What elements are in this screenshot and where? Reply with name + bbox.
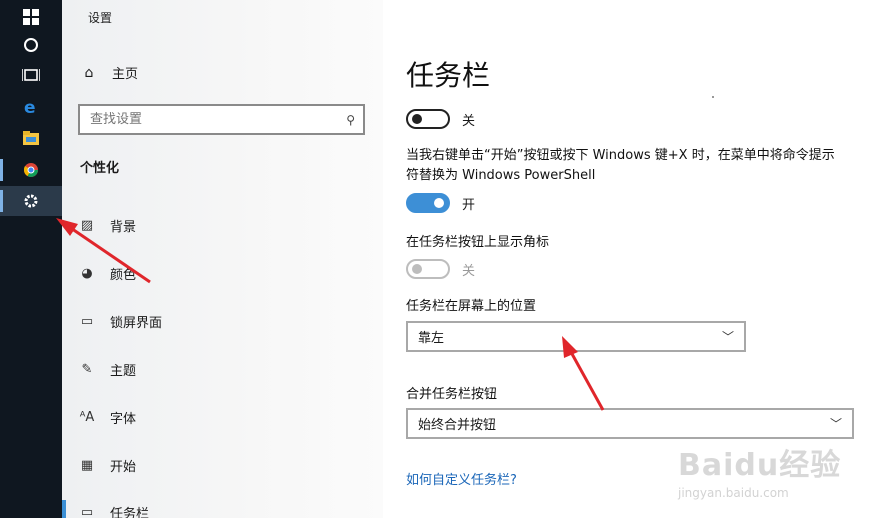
chevron-down-icon: ﹀ bbox=[721, 330, 734, 344]
combine-select[interactable]: 始终合并按钮 ﹀ bbox=[406, 408, 854, 439]
font-icon: ᴬA bbox=[79, 409, 95, 425]
nav-item-label: 颜色 bbox=[110, 267, 137, 283]
toggle-knob bbox=[412, 264, 422, 274]
nav-item-taskbar[interactable]: ▭ 任务栏 bbox=[78, 501, 149, 518]
file-explorer-icon[interactable] bbox=[0, 123, 62, 153]
badges-toggle[interactable] bbox=[406, 259, 450, 279]
badges-toggle-row: 关 bbox=[406, 259, 475, 279]
search-icon[interactable]: ⚲ bbox=[346, 113, 355, 127]
lock-screen-icon: ▭ bbox=[80, 313, 94, 329]
windows-start-icon[interactable] bbox=[0, 2, 62, 32]
screen: e 设置 ⌂ 主页 ⚲ 个性化 ▨ 背景 ◕ 颜色 bbox=[0, 0, 881, 518]
search-box[interactable]: ⚲ bbox=[78, 104, 365, 135]
svg-text:e: e bbox=[24, 98, 36, 116]
toggle-state-label: 关 bbox=[462, 113, 476, 129]
toggle-state-label: 关 bbox=[462, 263, 476, 279]
nav-item-start[interactable]: ▦ 开始 bbox=[78, 454, 136, 476]
settings-gear-icon[interactable] bbox=[0, 186, 62, 216]
nav-item-fonts[interactable]: ᴬA 字体 bbox=[78, 406, 136, 428]
combine-label: 合并任务栏按钮 bbox=[406, 387, 498, 402]
toggle-knob bbox=[434, 198, 444, 208]
watermark-url: jingyan.baidu.com bbox=[678, 486, 789, 500]
nav-item-themes[interactable]: ✎ 主题 bbox=[78, 358, 136, 380]
palette-icon: ◕ bbox=[81, 265, 93, 281]
watermark: Baidu经验 jingyan.baidu.com bbox=[678, 440, 878, 500]
position-select[interactable]: 靠左 ﹀ bbox=[406, 321, 746, 352]
powershell-toggle[interactable] bbox=[406, 193, 450, 213]
nav-item-label: 背景 bbox=[110, 219, 137, 235]
lock-taskbar-toggle[interactable] bbox=[406, 109, 450, 129]
badges-label: 在任务栏按钮上显示角标 bbox=[406, 235, 550, 250]
nav-item-label: 任务栏 bbox=[110, 506, 150, 518]
position-label: 任务栏在屏幕上的位置 bbox=[406, 299, 537, 314]
powershell-toggle-row: 开 bbox=[406, 193, 475, 213]
cortana-icon[interactable] bbox=[0, 30, 62, 60]
home-icon: ⌂ bbox=[84, 64, 94, 81]
start-icon: ▦ bbox=[80, 457, 94, 473]
taskbar-icon: ▭ bbox=[80, 504, 94, 518]
help-link[interactable]: 如何自定义任务栏? bbox=[406, 469, 517, 488]
page-title: 任务栏 bbox=[406, 59, 491, 92]
position-value: 靠左 bbox=[418, 331, 445, 346]
nav-item-label: 主题 bbox=[110, 363, 137, 379]
toggle-state-label: 开 bbox=[462, 197, 476, 213]
edge-icon[interactable]: e bbox=[0, 92, 62, 122]
theme-icon: ✎ bbox=[81, 361, 93, 377]
task-view-icon[interactable] bbox=[0, 60, 62, 90]
taskbar-active-indicator bbox=[0, 190, 3, 212]
nav-home-label: 主页 bbox=[112, 67, 139, 82]
watermark-logo: Baidu经验 bbox=[678, 448, 842, 483]
window-title: 设置 bbox=[88, 11, 113, 25]
nav-home[interactable]: ⌂ 主页 bbox=[80, 63, 139, 83]
section-label: 个性化 bbox=[80, 161, 120, 176]
nav-active-indicator bbox=[62, 500, 66, 518]
settings-nav-pane: 设置 ⌂ 主页 ⚲ 个性化 ▨ 背景 ◕ 颜色 ▭ 锁屏界面 ✎ 主题 ᴬA 字… bbox=[62, 0, 383, 518]
nav-item-background[interactable]: ▨ 背景 bbox=[78, 214, 136, 236]
chrome-icon[interactable] bbox=[0, 155, 62, 185]
powershell-description: 当我右键单击“开始”按钮或按下 Windows 键+X 时，在菜单中将命令提示符… bbox=[406, 148, 835, 183]
combine-value: 始终合并按钮 bbox=[418, 418, 497, 433]
image-icon: ▨ bbox=[80, 217, 94, 233]
nav-item-lock-screen[interactable]: ▭ 锁屏界面 bbox=[78, 310, 162, 332]
chevron-down-icon: ﹀ bbox=[829, 417, 842, 431]
nav-item-label: 字体 bbox=[110, 411, 137, 427]
taskbar: e bbox=[0, 0, 62, 518]
toggle-knob bbox=[412, 114, 422, 124]
nav-item-label: 开始 bbox=[110, 459, 137, 475]
search-input[interactable] bbox=[90, 112, 330, 127]
lock-taskbar-toggle-row: 关 bbox=[406, 109, 475, 129]
nav-item-colors[interactable]: ◕ 颜色 bbox=[78, 262, 136, 284]
nav-item-label: 锁屏界面 bbox=[110, 315, 163, 331]
speck bbox=[712, 96, 714, 98]
